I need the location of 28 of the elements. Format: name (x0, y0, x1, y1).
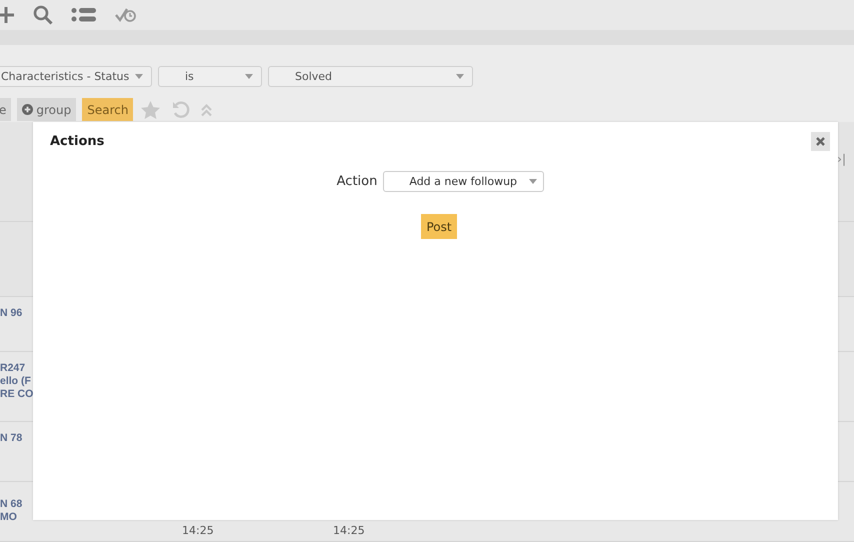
ticket-title[interactable]: R247 (0, 362, 33, 375)
date-cell: 14:25 (182, 524, 214, 537)
plus-circle-icon (22, 104, 34, 115)
value-select[interactable]: Solved (268, 66, 473, 87)
add-group-button[interactable]: group (17, 98, 76, 121)
ticket-title[interactable]: ello (F (0, 375, 33, 388)
operator-select[interactable]: is (158, 66, 262, 87)
ticket-title[interactable]: MO (0, 511, 33, 524)
close-icon (816, 137, 825, 146)
close-button[interactable] (811, 132, 830, 151)
plus-icon[interactable] (0, 6, 15, 24)
last-page-link[interactable]: ›| (837, 152, 846, 221)
ticket-title[interactable]: N 96 (0, 307, 33, 320)
check-clock-icon[interactable] (115, 7, 137, 23)
post-button[interactable]: Post (421, 214, 457, 239)
action-label: Action (336, 174, 378, 189)
ticket-title[interactable]: N 68 (0, 498, 33, 511)
list-icon[interactable] (71, 7, 97, 23)
ticket-title[interactable]: RE CO (0, 388, 33, 401)
search-button[interactable]: Search (82, 98, 134, 121)
dialog-title: Actions (50, 134, 104, 149)
field-select[interactable]: Characteristics - Status (0, 66, 152, 87)
ticket-title[interactable]: N 78 (0, 432, 33, 445)
search-icon[interactable] (33, 5, 53, 25)
filter-button[interactable]: e (0, 98, 12, 121)
action-select[interactable]: Add a new followup (383, 171, 544, 192)
star-icon[interactable] (141, 100, 160, 118)
date-cell: 14:25 (333, 524, 365, 537)
